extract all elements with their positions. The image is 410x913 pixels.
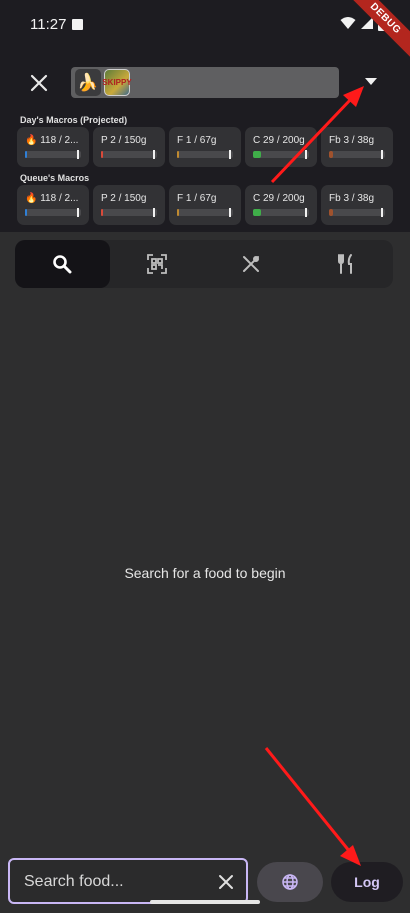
macro-progress-fill [329,151,334,158]
restaurant-icon [337,254,352,274]
macro-progress-bar [253,150,309,159]
food-queue-item[interactable]: SKIPPY [102,69,132,96]
macro-chip-label: Fb 3 / 38g [329,135,375,146]
macro-progress-bar [101,208,157,217]
macro-progress-fill [253,151,261,158]
macro-chip-calories[interactable]: 🔥 118 / 2... [17,127,89,167]
macro-progress-bar [253,208,309,217]
close-icon[interactable] [27,71,51,95]
wifi-icon [340,17,356,29]
macro-progress-fill [177,151,180,158]
macro-progress-fill [101,151,104,158]
macro-progress-bar [101,150,157,159]
macro-chip-fat[interactable]: F 1 / 67g [169,127,241,167]
day-macros-row: 🔥 118 / 2... P 2 / 150g F 1 / 67g C 29 /… [17,127,393,167]
globe-icon [282,874,298,890]
log-button[interactable]: Log [331,862,403,902]
macro-chip-label: 🔥 118 / 2... [25,193,79,204]
macro-progress-bar [25,150,81,159]
tab-recipes[interactable] [204,240,299,288]
macro-target-marker [381,208,383,217]
search-input[interactable] [24,870,204,894]
macro-chip-fiber[interactable]: Fb 3 / 38g [321,185,393,225]
macro-chip-carbs[interactable]: C 29 / 200g [245,127,317,167]
empty-state-message: Search for a food to begin [124,565,286,581]
gesture-handle [150,900,260,904]
macro-chip-label: F 1 / 67g [177,193,217,204]
macro-progress-bar [329,150,385,159]
food-queue-item[interactable]: 🍌 [75,69,101,96]
status-bar: 11:27 [0,0,410,48]
macro-chip-label: C 29 / 200g [253,135,305,146]
macro-target-marker [229,208,231,217]
search-icon [53,255,72,274]
day-macros-label: Day's Macros (Projected) [20,115,128,125]
macro-chip-label: F 1 / 67g [177,135,217,146]
dropdown-arrow-icon[interactable] [362,72,380,90]
food-queue-selector[interactable]: 🍌 SKIPPY [71,67,339,98]
notification-icon [72,19,83,30]
macro-progress-bar [177,208,233,217]
macro-chip-label: P 2 / 150g [101,193,147,204]
tab-search[interactable] [15,240,110,288]
peanut-butter-jar-icon: SKIPPY [102,78,132,87]
macro-progress-bar [177,150,233,159]
macro-progress-fill [177,209,180,216]
macro-chip-fiber[interactable]: Fb 3 / 38g [321,127,393,167]
macro-target-marker [153,208,155,217]
macro-target-marker [153,150,155,159]
macro-target-marker [77,150,79,159]
macro-progress-fill [253,209,261,216]
macro-progress-fill [25,209,28,216]
macro-progress-fill [25,151,28,158]
macro-progress-bar [329,208,385,217]
macro-chip-protein[interactable]: P 2 / 150g [93,127,165,167]
macro-chip-label: Fb 3 / 38g [329,193,375,204]
search-mode-tabs [15,240,393,288]
macro-target-marker [305,208,307,217]
macro-chip-carbs[interactable]: C 29 / 200g [245,185,317,225]
macro-chip-protein[interactable]: P 2 / 150g [93,185,165,225]
macro-chip-label: C 29 / 200g [253,193,305,204]
search-food-field[interactable] [8,858,248,904]
macro-target-marker [381,150,383,159]
macro-progress-fill [329,209,334,216]
tab-barcode-scan[interactable] [110,240,205,288]
macro-chip-calories[interactable]: 🔥 118 / 2... [17,185,89,225]
qr-scan-icon [146,254,167,274]
macro-target-marker [77,208,79,217]
queue-macros-label: Queue's Macros [20,173,90,183]
macro-target-marker [229,150,231,159]
clear-icon[interactable] [217,873,235,891]
macro-chip-fat[interactable]: F 1 / 67g [169,185,241,225]
macro-chip-label: P 2 / 150g [101,135,147,146]
macro-chip-label: 🔥 118 / 2... [25,135,79,146]
cutlery-crossed-icon [243,256,260,272]
macro-progress-fill [101,209,104,216]
macro-progress-bar [25,208,81,217]
tab-meals[interactable] [299,240,394,288]
online-search-button[interactable] [257,862,323,902]
banana-icon: 🍌 [77,72,99,92]
queue-macros-row: 🔥 118 / 2... P 2 / 150g F 1 / 67g C 29 /… [17,185,393,225]
macro-target-marker [305,150,307,159]
annotation-arrow [264,747,361,866]
status-time: 11:27 [30,16,67,33]
